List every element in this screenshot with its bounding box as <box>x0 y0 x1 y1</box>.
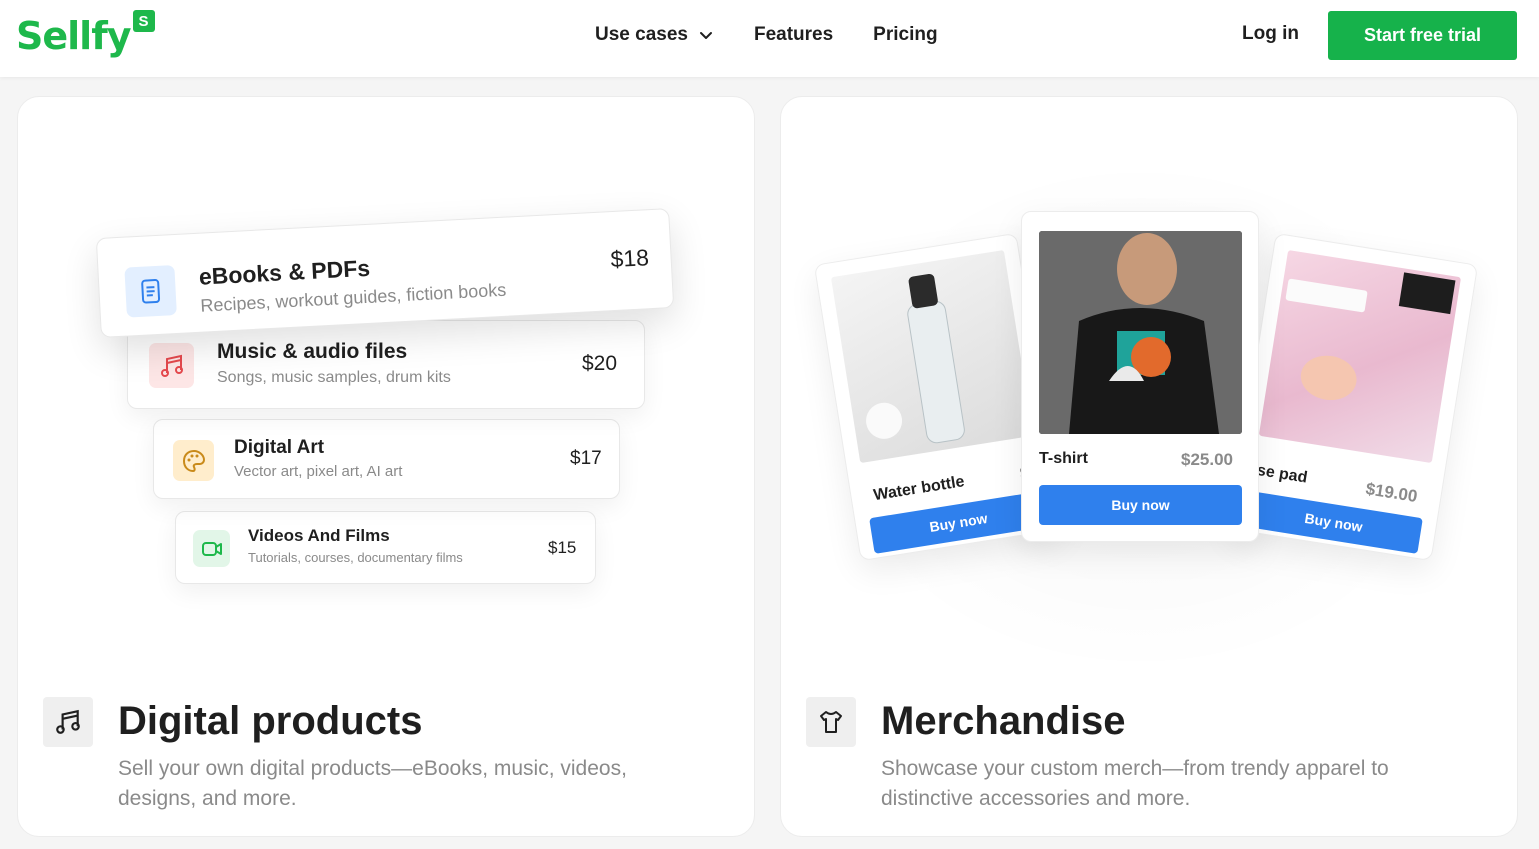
merch-price: $19.00 <box>1364 479 1419 507</box>
product-price: $17 <box>570 448 602 469</box>
chevron-down-icon <box>699 32 712 39</box>
product-row-digital-art: Digital Art Vector art, pixel art, AI ar… <box>153 419 620 499</box>
buy-now-button[interactable]: Buy now <box>1039 485 1242 525</box>
product-price: $20 <box>582 352 618 375</box>
main-nav: Use cases Features Pricing <box>595 0 938 70</box>
sellfy-logo[interactable]: Sellfy S <box>16 8 155 64</box>
merchandise-card[interactable]: Water bottle $ Buy now use pad $19.00 Bu… <box>780 96 1518 837</box>
product-subtitle: Vector art, pixel art, AI art <box>234 463 403 480</box>
video-icon <box>193 530 230 567</box>
merch-name: T-shirt <box>1039 450 1088 467</box>
water-bottle-image <box>830 249 1034 464</box>
mouse-pad-image <box>1258 249 1462 464</box>
login-link[interactable]: Log in <box>1242 23 1299 45</box>
product-name: Digital Art <box>234 437 325 458</box>
site-header: Sellfy S Use cases Features Pricing Log … <box>0 0 1539 77</box>
music-notes-icon <box>149 343 194 388</box>
product-name: Music & audio files <box>217 340 408 363</box>
logo-badge: S <box>132 10 155 32</box>
nav-features-label: Features <box>753 24 834 45</box>
nav-use-cases-label: Use cases <box>595 24 688 45</box>
nav-pricing[interactable]: Pricing <box>873 24 937 46</box>
tshirt-icon <box>806 697 856 747</box>
book-icon <box>124 265 177 318</box>
tshirt-model-image <box>1039 231 1242 434</box>
card-title: Merchandise <box>881 699 1126 743</box>
merch-name: Water bottle <box>872 473 966 505</box>
product-row-music: Music & audio files Songs, music samples… <box>127 320 645 409</box>
product-row-ebooks: eBooks & PDFs Recipes, workout guides, f… <box>95 208 675 338</box>
palette-icon <box>173 440 214 481</box>
nav-pricing-label: Pricing <box>873 24 938 45</box>
nav-features[interactable]: Features <box>754 24 833 46</box>
card-description: Showcase your custom merch—from trendy a… <box>881 757 1389 810</box>
card-description: Sell your own digital products—eBooks, m… <box>118 757 627 810</box>
card-title: Digital products <box>118 699 423 743</box>
merch-price: $25.00 <box>1181 450 1233 469</box>
logo-wordmark: Sellfy <box>16 14 131 58</box>
start-free-trial-button[interactable]: Start free trial <box>1328 11 1517 60</box>
digital-products-card[interactable]: eBooks & PDFs Recipes, workout guides, f… <box>17 96 755 837</box>
product-name: Videos And Films <box>248 526 390 545</box>
product-price: $15 <box>548 538 577 557</box>
nav-use-cases[interactable]: Use cases <box>595 24 714 46</box>
product-subtitle: Tutorials, courses, documentary films <box>248 550 463 565</box>
product-name: eBooks & PDFs <box>198 254 371 290</box>
product-price: $18 <box>609 244 650 273</box>
product-row-videos: Videos And Films Tutorials, courses, doc… <box>175 511 596 584</box>
merch-card-tshirt: T-shirt $25.00 Buy now <box>1021 211 1259 542</box>
product-subtitle: Songs, music samples, drum kits <box>217 369 451 386</box>
music-notes-icon <box>43 697 93 747</box>
